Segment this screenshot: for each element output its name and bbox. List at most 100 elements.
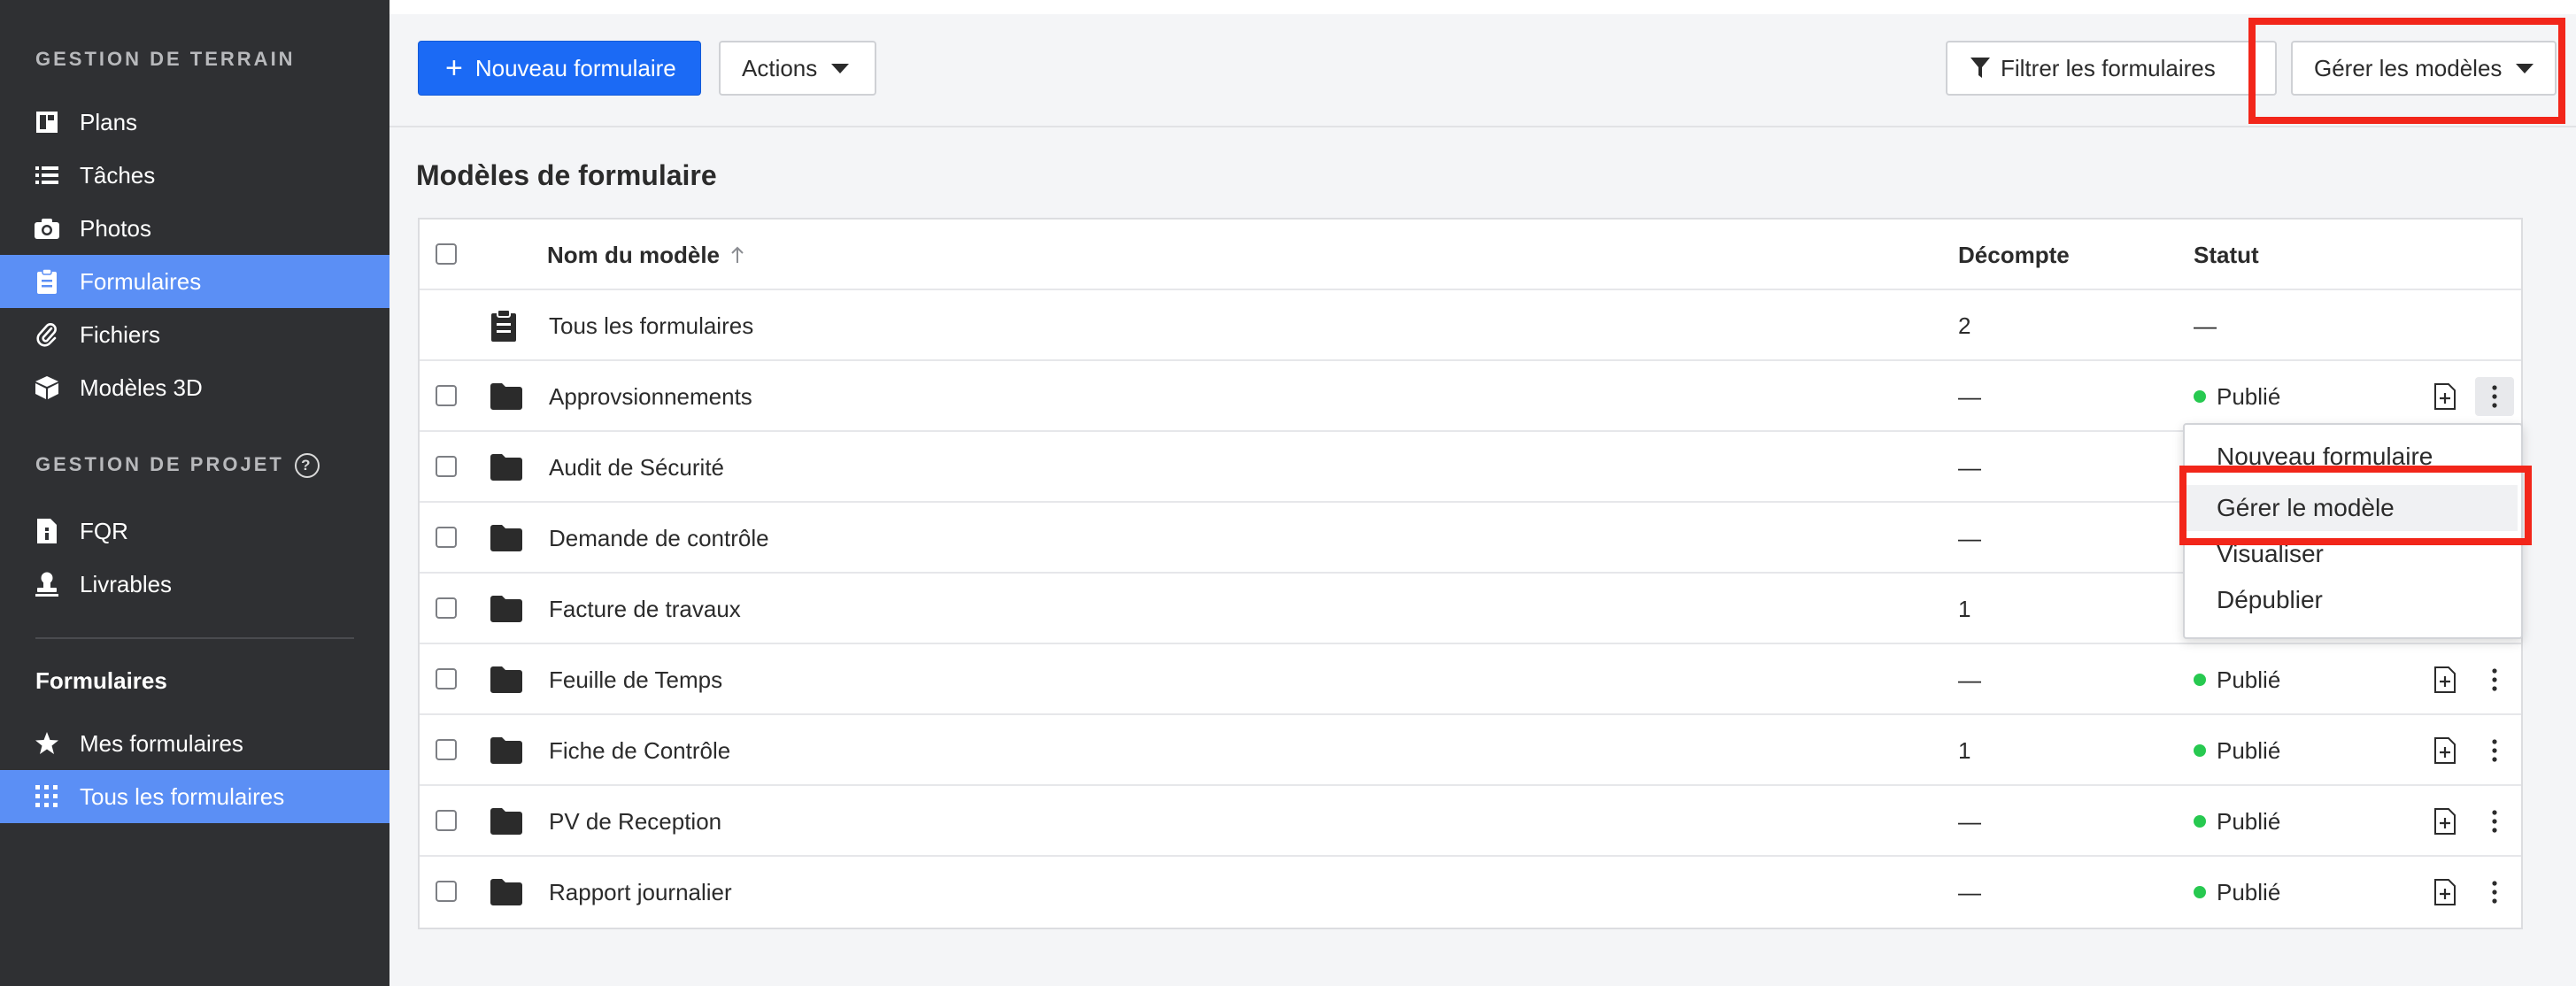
filter-forms-button[interactable]: Filtrer les formulaires bbox=[1946, 41, 2277, 96]
row-more-menu-button[interactable] bbox=[2475, 361, 2514, 432]
row-more-menu-button[interactable] bbox=[2475, 644, 2514, 715]
kebab-menu-icon bbox=[2475, 731, 2514, 770]
kebab-menu-icon bbox=[2475, 660, 2514, 699]
file-plus-icon bbox=[2426, 731, 2464, 770]
status-label: Publié bbox=[2217, 807, 2281, 835]
row-status: Publié bbox=[2194, 786, 2280, 857]
sidebar-item-label: Livrables bbox=[80, 570, 173, 597]
row-name[interactable]: Tous les formulaires bbox=[549, 290, 753, 361]
table-row[interactable]: Rapport journalier — Publié bbox=[420, 857, 2521, 928]
new-form-label: Nouveau formulaire bbox=[474, 54, 676, 81]
row-checkbox[interactable] bbox=[436, 385, 457, 406]
new-form-from-template-button[interactable] bbox=[2426, 857, 2464, 928]
star-icon bbox=[34, 730, 60, 757]
row-name[interactable]: Audit de Sécurité bbox=[549, 432, 724, 503]
annotation-highlight-manage-templates bbox=[2248, 18, 2565, 124]
new-form-from-template-button[interactable] bbox=[2426, 361, 2464, 432]
section-title-terrain: GESTION DE TERRAIN bbox=[35, 48, 296, 70]
folder-icon bbox=[490, 786, 522, 857]
row-checkbox[interactable] bbox=[436, 456, 457, 477]
status-label: Publié bbox=[2217, 666, 2281, 693]
published-status-dot bbox=[2194, 674, 2206, 686]
document-info-icon bbox=[34, 518, 60, 544]
table-row[interactable]: Tous les formulaires 2 — bbox=[420, 290, 2521, 361]
sidebar-divider bbox=[35, 637, 354, 639]
table-row[interactable]: Fiche de Contrôle 1 Publié bbox=[420, 715, 2521, 786]
column-header-status[interactable]: Statut bbox=[2194, 220, 2259, 290]
menu-item-unpublish[interactable]: Dépublier bbox=[2185, 577, 2518, 623]
sidebar-item-formulaires[interactable]: Formulaires bbox=[0, 255, 389, 308]
row-more-menu-button[interactable] bbox=[2475, 786, 2514, 857]
filter-label: Filtrer les formulaires bbox=[2001, 54, 2216, 81]
row-checkbox[interactable] bbox=[436, 881, 457, 902]
folder-icon bbox=[490, 574, 522, 644]
row-status: Publié bbox=[2194, 644, 2280, 715]
row-checkbox[interactable] bbox=[436, 597, 457, 619]
table-row[interactable]: Approvsionnements — Publié bbox=[420, 361, 2521, 432]
published-status-dot bbox=[2194, 886, 2206, 898]
sidebar-item-modeles-3d[interactable]: Modèles 3D bbox=[0, 361, 389, 414]
select-all-checkbox[interactable] bbox=[436, 243, 457, 265]
row-count: 1 bbox=[1958, 736, 1971, 764]
folder-icon bbox=[490, 432, 522, 503]
sidebar-item-label: Tous les formulaires bbox=[80, 782, 285, 810]
sidebar-item-tous-les-formulaires[interactable]: Tous les formulaires bbox=[0, 770, 389, 823]
column-header-count[interactable]: Décompte bbox=[1958, 220, 2070, 290]
row-name[interactable]: Facture de travaux bbox=[549, 574, 741, 644]
chevron-down-icon bbox=[831, 63, 850, 73]
published-status-dot bbox=[2194, 390, 2206, 403]
new-form-from-template-button[interactable] bbox=[2426, 644, 2464, 715]
column-header-name[interactable]: Nom du modèle bbox=[547, 220, 744, 290]
annotation-highlight-manage-template bbox=[2179, 466, 2532, 545]
row-name[interactable]: PV de Reception bbox=[549, 786, 721, 857]
published-status-dot bbox=[2194, 744, 2206, 757]
paperclip-icon bbox=[34, 321, 60, 348]
clipboard-icon bbox=[490, 290, 517, 361]
actions-label: Actions bbox=[742, 54, 818, 81]
sidebar-item-plans[interactable]: Plans bbox=[0, 96, 389, 149]
actions-dropdown[interactable]: Actions bbox=[719, 41, 876, 96]
table-row[interactable]: PV de Reception — Publié bbox=[420, 786, 2521, 857]
row-name[interactable]: Approvsionnements bbox=[549, 361, 752, 432]
row-checkbox[interactable] bbox=[436, 810, 457, 831]
help-icon[interactable]: ? bbox=[294, 453, 320, 479]
row-count: 1 bbox=[1958, 595, 1971, 622]
folder-icon bbox=[490, 644, 522, 715]
sidebar-item-mes-formulaires[interactable]: Mes formulaires bbox=[0, 717, 389, 770]
sidebar-item-label: Modèles 3D bbox=[80, 374, 203, 401]
row-count: — bbox=[1958, 807, 1981, 835]
new-form-from-template-button[interactable] bbox=[2426, 715, 2464, 786]
cube-icon bbox=[34, 374, 60, 401]
sidebar-item-taches[interactable]: Tâches bbox=[0, 149, 389, 202]
kebab-menu-icon bbox=[2475, 802, 2514, 841]
clipboard-icon bbox=[34, 268, 60, 295]
row-more-menu-button[interactable] bbox=[2475, 715, 2514, 786]
sidebar: GESTION DE TERRAIN Plans Tâches Photos F… bbox=[0, 0, 389, 986]
row-count: — bbox=[1958, 382, 1981, 410]
row-name[interactable]: Demande de contrôle bbox=[549, 503, 769, 574]
sidebar-item-label: Fichiers bbox=[80, 320, 161, 348]
page-title: Modèles de formulaire bbox=[416, 159, 717, 191]
sidebar-item-fichiers[interactable]: Fichiers bbox=[0, 308, 389, 361]
sidebar-item-photos[interactable]: Photos bbox=[0, 202, 389, 255]
published-status-dot bbox=[2194, 815, 2206, 828]
row-name[interactable]: Rapport journalier bbox=[549, 857, 732, 928]
sidebar-item-livrables[interactable]: Livrables bbox=[0, 558, 389, 611]
row-status: Publié bbox=[2194, 857, 2280, 928]
column-name-label: Nom du modèle bbox=[547, 241, 721, 268]
row-count: — bbox=[1958, 666, 1981, 693]
sidebar-item-fqr[interactable]: FQR bbox=[0, 505, 389, 558]
row-checkbox[interactable] bbox=[436, 739, 457, 760]
row-more-menu-button[interactable] bbox=[2475, 857, 2514, 928]
row-checkbox[interactable] bbox=[436, 668, 457, 689]
grid-icon bbox=[34, 783, 60, 810]
sidebar-forms-heading: Formulaires bbox=[35, 667, 167, 694]
row-name[interactable]: Fiche de Contrôle bbox=[549, 715, 730, 786]
new-form-button[interactable]: + Nouveau formulaire bbox=[418, 41, 701, 96]
row-checkbox[interactable] bbox=[436, 527, 457, 548]
folder-icon bbox=[490, 715, 522, 786]
row-name[interactable]: Feuille de Temps bbox=[549, 644, 722, 715]
table-row[interactable]: Feuille de Temps — Publié bbox=[420, 644, 2521, 715]
status-label: Publié bbox=[2217, 878, 2281, 905]
new-form-from-template-button[interactable] bbox=[2426, 786, 2464, 857]
